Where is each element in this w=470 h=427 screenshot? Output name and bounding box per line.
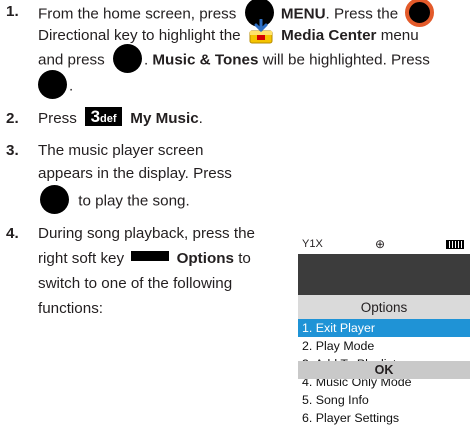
step-text: and press — [38, 51, 105, 69]
signal-icon: Y1X — [302, 238, 323, 250]
right-soft-key-icon — [131, 250, 170, 261]
key-letters: def — [100, 113, 117, 126]
step-text: to — [238, 250, 251, 267]
step-line: functions: — [38, 300, 104, 317]
step-text: . — [143, 51, 149, 69]
step-number: 1. — [6, 3, 19, 20]
my-music-label: My Music — [130, 110, 199, 127]
status-bar: Y1X ⊕ — [298, 236, 470, 254]
phone-screen: Y1X ⊕ Options 1. Exit Player 2. Play Mod… — [298, 236, 470, 425]
step-line: and press . Music & Tones will be highli… — [38, 44, 430, 75]
key-digit: 3 — [90, 107, 101, 127]
step-text: to play the song. — [78, 192, 190, 210]
media-center-icon — [248, 18, 274, 45]
now-playing-area — [298, 254, 470, 298]
music-tones-label: Music & Tones — [152, 51, 259, 69]
step-line: During song playback, press the — [38, 225, 255, 242]
step-3: 3. The music player screen appears in th… — [0, 139, 300, 214]
key-3def-icon: 3def — [85, 107, 123, 127]
step-text: Press — [38, 110, 77, 127]
menu-item-song-info[interactable]: 5. Song Info — [298, 391, 470, 409]
step-number: 4. — [6, 225, 19, 242]
step-2: 2. Press 3def My Music. — [0, 107, 300, 130]
step-line: The music player screen — [38, 142, 204, 159]
step-line: switch to one of the following — [38, 275, 233, 292]
ok-key-icon — [38, 70, 67, 99]
step-line: to play the song. — [38, 185, 190, 216]
step-text: right soft key — [38, 250, 125, 267]
options-label: Options — [176, 250, 234, 267]
ok-softkey[interactable]: OK — [298, 361, 470, 379]
ok-key-icon — [40, 185, 69, 214]
step-4: 4. During song playback, press the right… — [0, 222, 300, 322]
step-text: . Press the — [325, 5, 399, 23]
step-text: From the home screen, press — [38, 5, 237, 23]
location-icon: ⊕ — [375, 237, 386, 251]
menu-item-player-settings[interactable]: 6. Player Settings — [298, 409, 470, 427]
menu-item-play-mode[interactable]: 2. Play Mode — [298, 337, 470, 355]
media-center-label: Media Center — [281, 27, 377, 45]
menu-item-exit-player[interactable]: 1. Exit Player — [298, 319, 470, 337]
step-number: 2. — [6, 110, 19, 127]
battery-icon — [446, 240, 464, 249]
step-text: menu — [380, 27, 419, 45]
step-text: Directional key to highlight the — [38, 27, 241, 45]
menu-label: MENU — [280, 5, 326, 23]
step-text: . — [198, 110, 203, 127]
step-text: will be highlighted. Press — [262, 51, 430, 69]
step-line: . — [38, 70, 74, 101]
step-line: Press 3def My Music. — [38, 107, 203, 130]
step-1: 1. From the home screen, press MENU. Pre… — [0, 0, 470, 99]
ok-key-icon — [112, 44, 142, 73]
step-line: appears in the display. Press — [38, 165, 232, 182]
options-title: Options — [298, 295, 470, 319]
step-text: . — [69, 77, 74, 95]
step-number: 3. — [6, 142, 19, 159]
step-line: right soft key Options to — [38, 247, 251, 270]
